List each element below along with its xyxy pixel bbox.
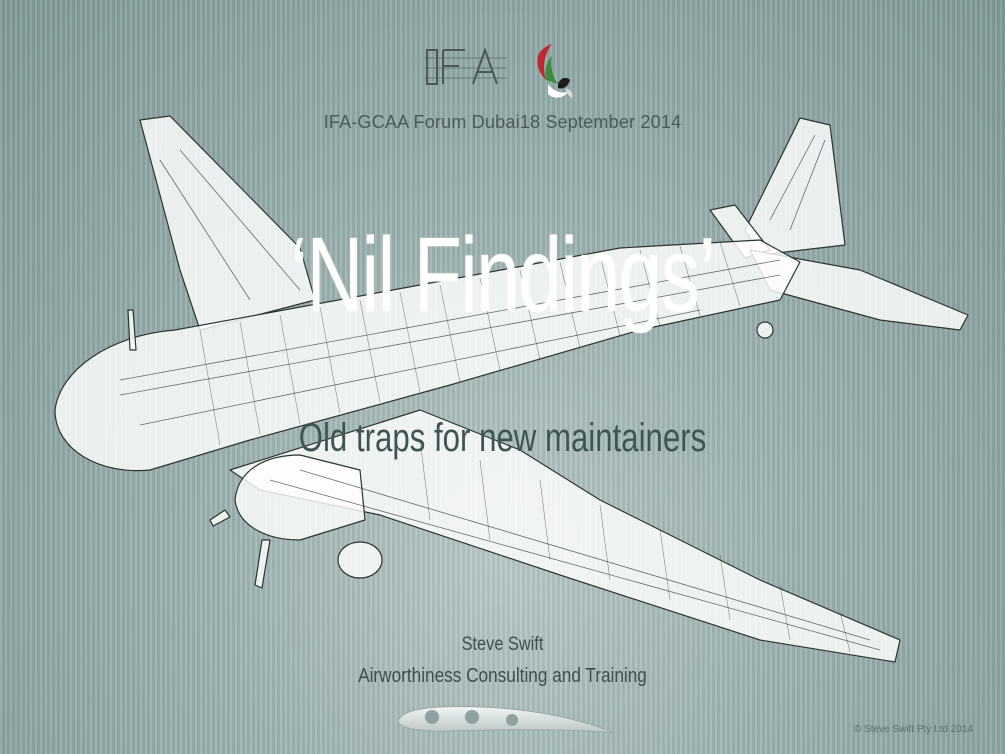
copyright-notice: © Steve Swift Pty Ltd 2014 xyxy=(853,724,973,735)
title-slide: IFA-GCAA Forum Dubai18 September 2014 ‘N… xyxy=(0,0,1005,754)
ifa-logo-icon xyxy=(425,48,507,85)
event-line: IFA-GCAA Forum Dubai18 September 2014 xyxy=(323,112,682,132)
presenter-organization: Airworthiness Consulting and Training xyxy=(358,665,647,687)
logo-row xyxy=(420,40,590,110)
gcaa-falcon-logo-icon xyxy=(537,44,573,98)
airfoil-logo-icon xyxy=(397,706,615,734)
presenter-name: Steve Swift xyxy=(461,634,544,655)
slide-subtitle: Old traps for new maintainers xyxy=(298,416,707,460)
slide-title: ‘Nil Findings’ xyxy=(290,216,716,334)
